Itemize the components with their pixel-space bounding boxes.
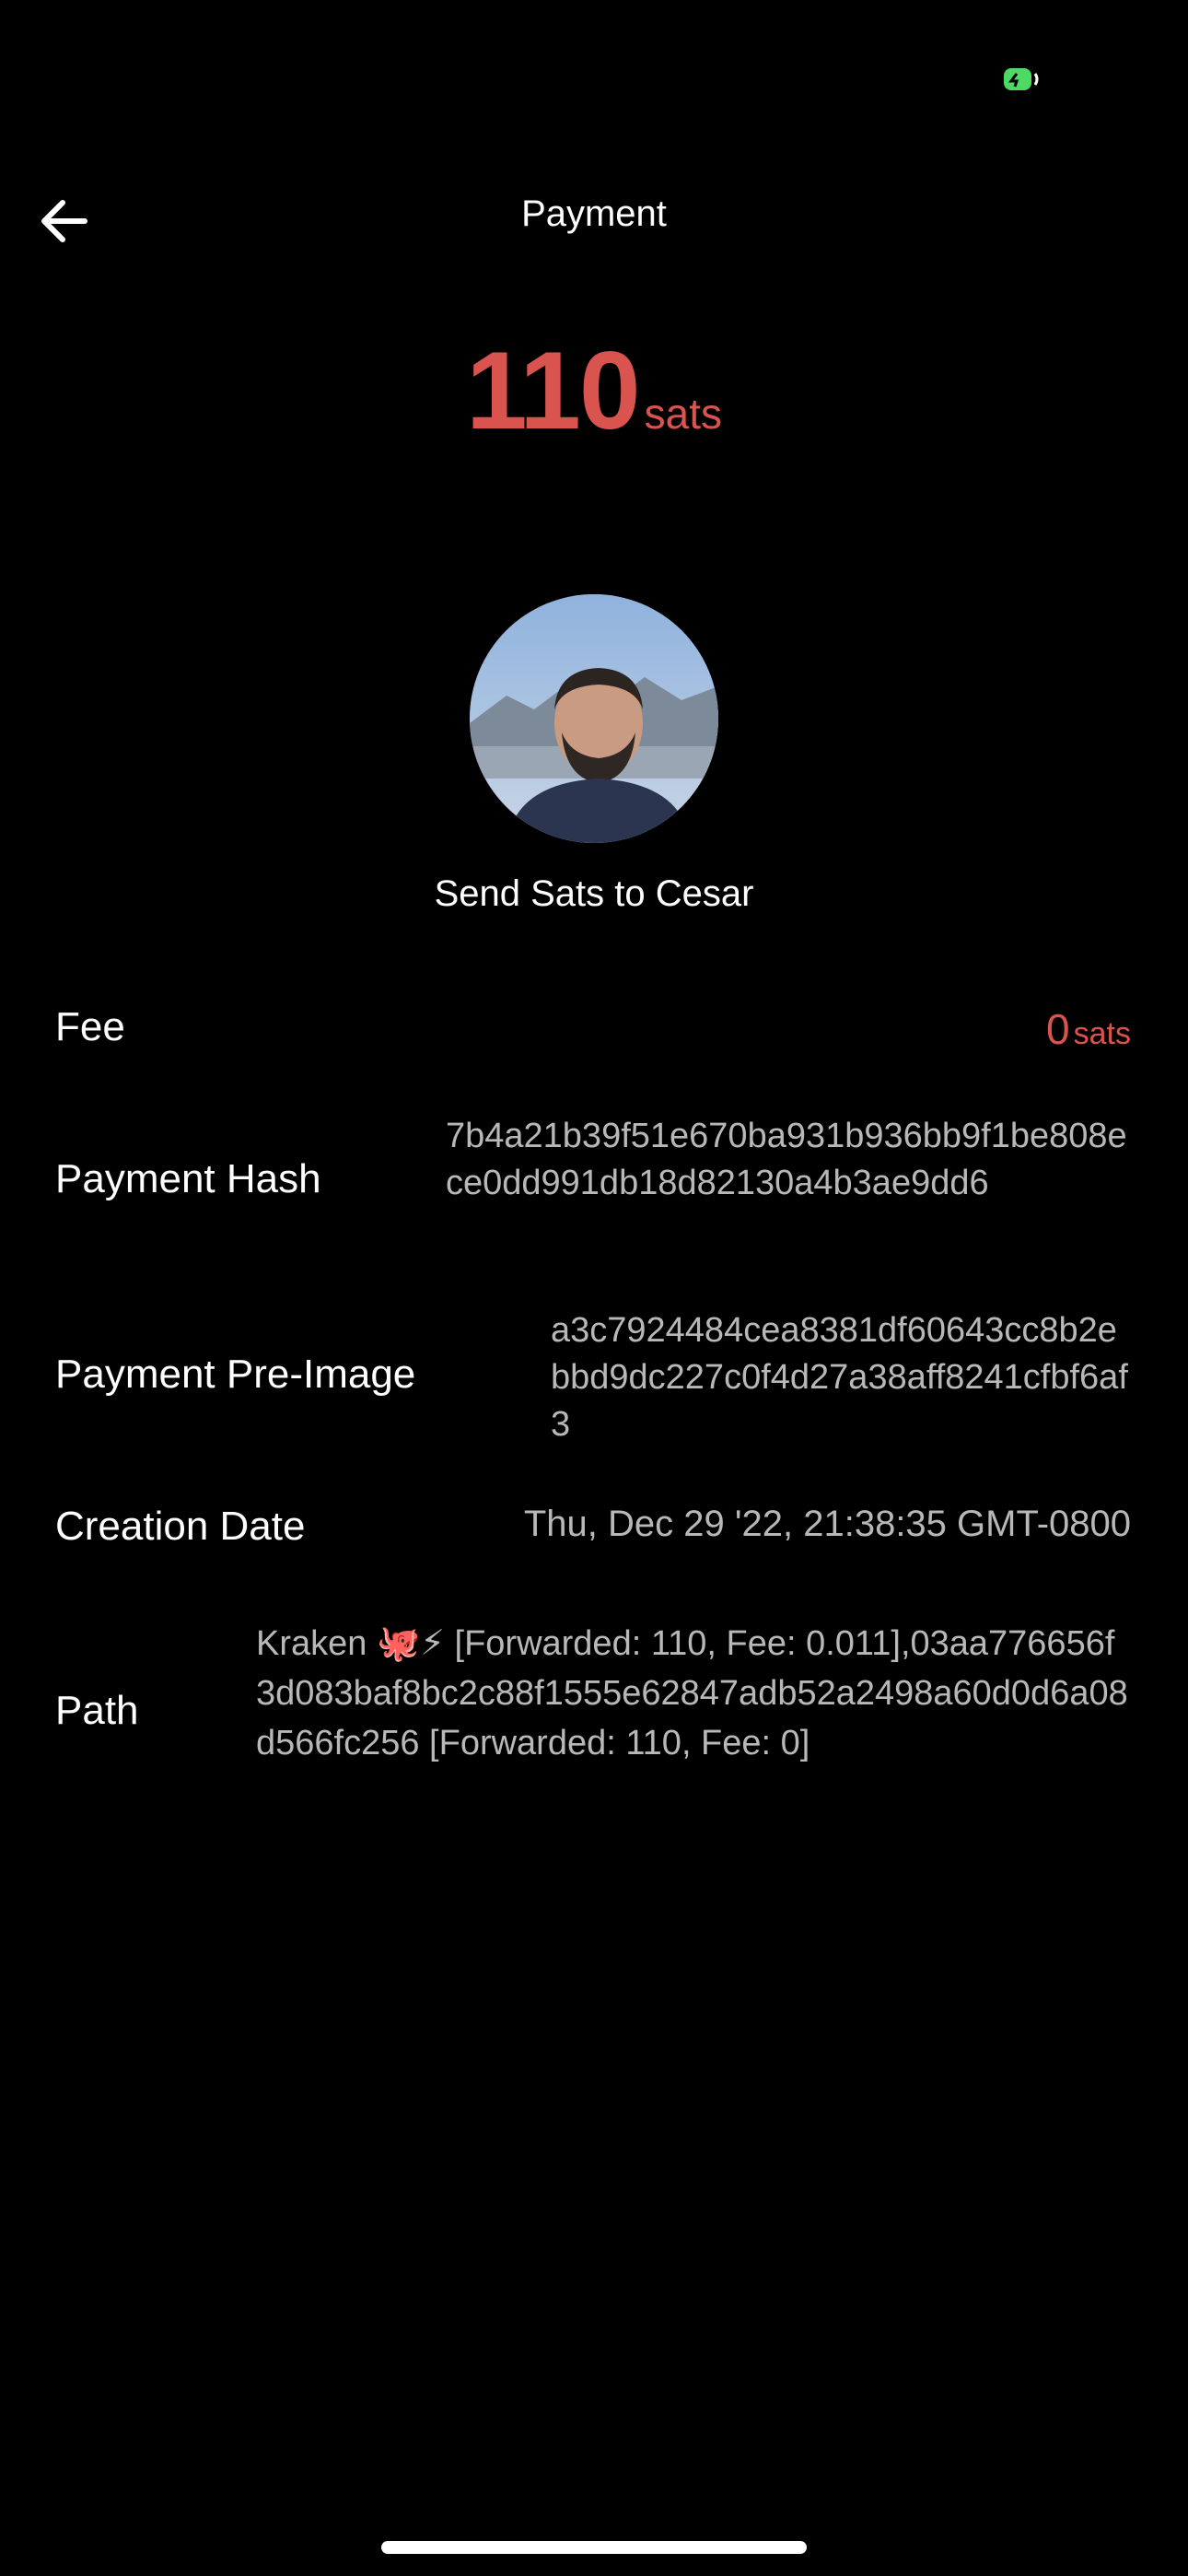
- payment-amount: 110 sats: [0, 327, 1188, 454]
- contact-name: Send Sats to Cesar: [434, 873, 754, 914]
- amount-value: 110: [466, 329, 641, 452]
- fee-label: Fee: [55, 1004, 125, 1049]
- fee-value: 0 sats: [1046, 1004, 1131, 1054]
- avatar-photo: [470, 594, 718, 843]
- path-value[interactable]: Kraken 🐙⚡ [Forwarded: 110, Fee: 0.011],0…: [256, 1619, 1133, 1768]
- payment-hash-label: Payment Hash: [55, 1156, 321, 1201]
- avatar[interactable]: [470, 594, 718, 843]
- fee-unit: sats: [1073, 1016, 1131, 1051]
- battery-icon: [1004, 68, 1039, 90]
- pre-image-label: Payment Pre-Image: [55, 1352, 416, 1397]
- creation-date-value: Thu, Dec 29 '22, 21:38:35 GMT-0800: [523, 1504, 1131, 1544]
- home-indicator[interactable]: [381, 2541, 807, 2554]
- path-label: Path: [55, 1688, 139, 1733]
- status-bar: [0, 0, 1188, 138]
- payment-hash-value[interactable]: 7b4a21b39f51e670ba931b936bb9f1be808ece0d…: [446, 1113, 1131, 1207]
- creation-date-label: Creation Date: [55, 1504, 306, 1549]
- amount-unit: sats: [644, 390, 722, 438]
- page-title: Payment: [521, 193, 667, 234]
- fee-amount: 0: [1046, 1005, 1070, 1053]
- pre-image-value[interactable]: a3c7924484cea8381df60643cc8b2ebbd9dc227c…: [551, 1307, 1131, 1448]
